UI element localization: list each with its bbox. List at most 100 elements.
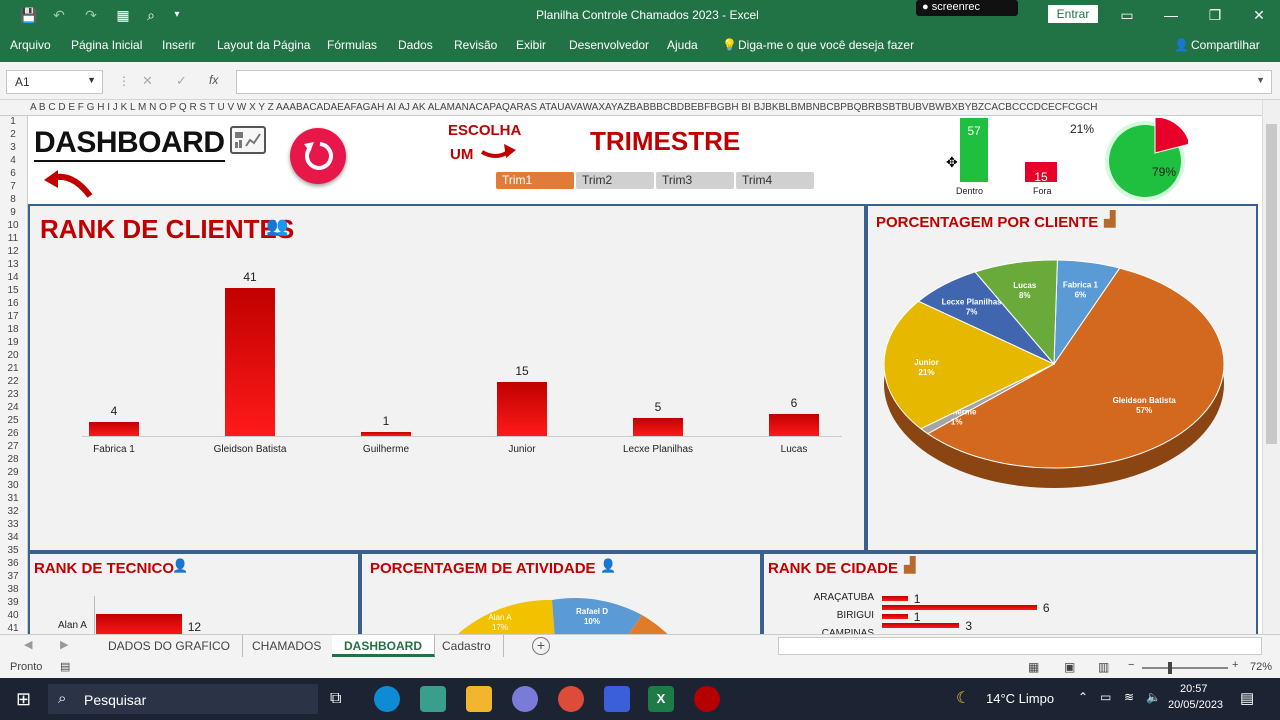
row-header[interactable]: 9 <box>0 207 26 218</box>
row-header[interactable]: 29 <box>0 467 26 478</box>
recorder-icon[interactable] <box>694 686 720 712</box>
menu-2[interactable]: Inserir <box>162 38 195 52</box>
horizontal-scrollbar[interactable] <box>778 637 1262 655</box>
row-header[interactable]: 30 <box>0 480 26 491</box>
scroll-left-icon[interactable]: ◀ <box>24 638 32 651</box>
trim-button-2[interactable]: Trim2 <box>576 172 654 189</box>
trim-button-3[interactable]: Trim3 <box>656 172 734 189</box>
task-view-icon[interactable]: ⧉ <box>330 690 341 708</box>
menu-4[interactable]: Fórmulas <box>327 38 377 52</box>
scroll-thumb[interactable] <box>1266 124 1277 444</box>
row-header[interactable]: 22 <box>0 376 26 387</box>
row-header[interactable]: 6 <box>0 168 26 179</box>
row-header[interactable]: 13 <box>0 259 26 270</box>
clock-date[interactable]: 20/05/2023 <box>1168 699 1223 711</box>
row-header[interactable]: 11 <box>0 233 26 244</box>
clock-time[interactable]: 20:57 <box>1180 683 1208 695</box>
row-header[interactable]: 16 <box>0 298 26 309</box>
zoom-thumb[interactable] <box>1168 662 1172 674</box>
row-header[interactable]: 32 <box>0 506 26 517</box>
row-header[interactable]: 39 <box>0 597 26 608</box>
row-header[interactable]: 1 <box>0 116 26 127</box>
sheet-tab-1[interactable]: CHAMADOS <box>240 635 335 657</box>
trim-button-4[interactable]: Trim4 <box>736 172 814 189</box>
undo-icon[interactable]: ↶ <box>50 6 68 24</box>
page-layout-icon[interactable]: ▣ <box>1064 660 1075 674</box>
row-header[interactable]: 21 <box>0 363 26 374</box>
sheet-tab-0[interactable]: DADOS DO GRAFICO <box>96 635 244 657</box>
sign-in-button[interactable]: Entrar <box>1048 5 1098 23</box>
menu-6[interactable]: Revisão <box>454 38 497 52</box>
volume-icon[interactable]: 🔈 <box>1146 690 1161 704</box>
row-header[interactable]: 20 <box>0 350 26 361</box>
row-header[interactable]: 34 <box>0 532 26 543</box>
search-icon[interactable]: ⌕ <box>142 6 160 24</box>
name-box[interactable]: A1 ▼ <box>6 70 103 94</box>
menu-9[interactable]: Ajuda <box>667 38 698 52</box>
form-icon[interactable]: ▦ <box>114 6 132 24</box>
redo-icon[interactable]: ↷ <box>82 6 100 24</box>
weather-text[interactable]: 14°C Limpo <box>986 691 1054 706</box>
row-header[interactable]: 17 <box>0 311 26 322</box>
menu-0[interactable]: Arquivo <box>10 38 51 52</box>
row-header[interactable]: 33 <box>0 519 26 530</box>
paint-icon[interactable] <box>512 686 538 712</box>
minimize-icon[interactable]: — <box>1162 6 1180 24</box>
windows-start-icon[interactable]: ⊞ <box>16 689 31 710</box>
tray-chevron-icon[interactable]: ⌃ <box>1078 690 1088 704</box>
row-header[interactable]: 38 <box>0 584 26 595</box>
row-header[interactable]: 37 <box>0 571 26 582</box>
wifi-icon[interactable]: ≋ <box>1124 690 1134 704</box>
restore-icon[interactable]: ❐ <box>1206 6 1224 24</box>
zoom-slider[interactable] <box>1142 667 1228 669</box>
row-header[interactable]: 23 <box>0 389 26 400</box>
tell-me-search[interactable]: Diga-me o que você deseja fazer <box>738 38 914 52</box>
chrome-icon[interactable] <box>558 686 584 712</box>
chevron-down-icon[interactable]: ▼ <box>87 75 96 85</box>
zoom-in-icon[interactable]: + <box>1232 659 1238 671</box>
edge-icon[interactable] <box>374 686 400 712</box>
menu-7[interactable]: Exibir <box>516 38 546 52</box>
row-header[interactable]: 12 <box>0 246 26 257</box>
menu-3[interactable]: Layout da Página <box>217 38 310 52</box>
cancel-icon[interactable]: ✕ <box>142 73 153 89</box>
row-header[interactable]: 7 <box>0 181 26 192</box>
row-header[interactable]: 36 <box>0 558 26 569</box>
row-header[interactable]: 10 <box>0 220 26 231</box>
row-header[interactable]: 2 <box>0 129 26 140</box>
sheet-tab-2[interactable]: DASHBOARD <box>332 635 435 657</box>
battery-icon[interactable]: ▭ <box>1100 690 1111 704</box>
row-header[interactable]: 4 <box>0 155 26 166</box>
vertical-scrollbar[interactable] <box>1262 100 1280 634</box>
excel-icon[interactable]: X <box>648 686 674 712</box>
row-header[interactable]: 27 <box>0 441 26 452</box>
accessibility-icon[interactable]: ▤ <box>60 660 70 673</box>
row-header[interactable]: 31 <box>0 493 26 504</box>
ribbon-display-icon[interactable]: ▭ <box>1118 6 1136 24</box>
taskbar-search[interactable]: ⌕ Pesquisar <box>48 684 318 714</box>
row-header[interactable]: 15 <box>0 285 26 296</box>
zoom-level[interactable]: 72% <box>1250 661 1272 673</box>
app-icon[interactable] <box>420 686 446 712</box>
row-header[interactable]: 40 <box>0 610 26 621</box>
row-header[interactable]: 19 <box>0 337 26 348</box>
menu-1[interactable]: Página Inicial <box>71 38 142 52</box>
menu-5[interactable]: Dados <box>398 38 433 52</box>
add-sheet-icon[interactable]: + <box>532 637 550 655</box>
menu-8[interactable]: Desenvolvedor <box>569 38 649 52</box>
confirm-icon[interactable]: ✓ <box>176 73 187 89</box>
row-header[interactable]: 18 <box>0 324 26 335</box>
row-header[interactable]: 8 <box>0 194 26 205</box>
row-header[interactable]: 35 <box>0 545 26 556</box>
user-icon[interactable]: 👤 <box>1174 38 1189 52</box>
customize-icon[interactable]: ▾ <box>168 6 186 24</box>
row-header[interactable]: 41 <box>0 623 26 634</box>
formula-input[interactable]: ▼ <box>236 70 1272 94</box>
row-header[interactable]: 3 <box>0 142 26 153</box>
file-explorer-icon[interactable] <box>466 686 492 712</box>
app2-icon[interactable] <box>604 686 630 712</box>
share-button[interactable]: Compartilhar <box>1191 38 1260 52</box>
insert-function-icon[interactable]: fx <box>209 73 218 87</box>
zoom-out-icon[interactable]: − <box>1128 659 1134 671</box>
normal-view-icon[interactable]: ▦ <box>1028 660 1039 674</box>
